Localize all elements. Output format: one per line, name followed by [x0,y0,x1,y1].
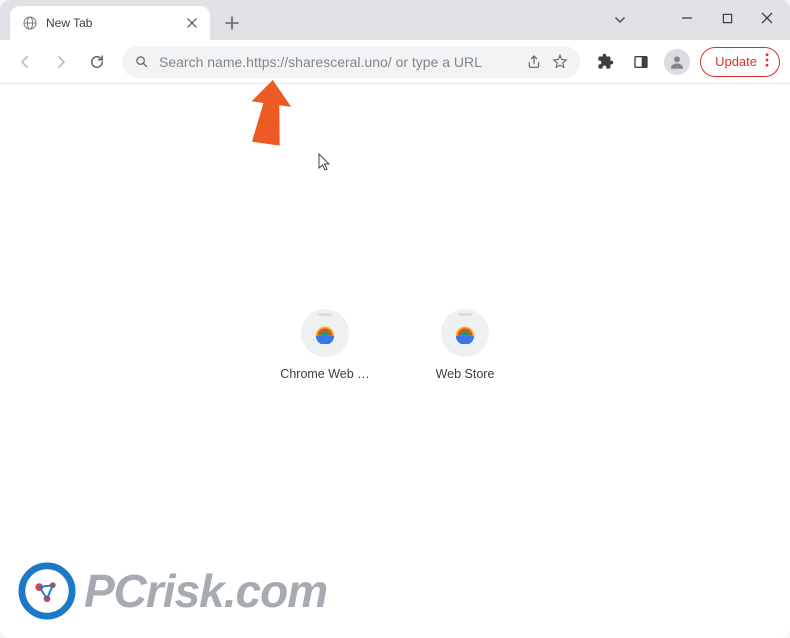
shortcut-label: Web Store [436,367,495,381]
browser-tab[interactable]: New Tab [10,6,210,40]
close-tab-button[interactable] [184,15,200,31]
avatar-icon [664,49,690,75]
address-bar-placeholder: Search name.https://sharesceral.uno/ or … [159,54,516,70]
side-panel-button[interactable] [626,47,656,77]
update-label: Update [715,54,757,69]
chrome-store-icon [454,322,476,344]
chrome-store-icon [314,322,336,344]
forward-button[interactable] [46,47,76,77]
reload-button[interactable] [82,47,112,77]
browser-window: New Tab [0,0,790,638]
extensions-button[interactable] [590,47,620,77]
address-bar[interactable]: Search name.https://sharesceral.uno/ or … [122,46,580,78]
close-window-button[interactable] [750,4,784,32]
window-controls [670,4,784,32]
minimize-button[interactable] [670,4,704,32]
bookmark-star-icon[interactable] [552,54,568,70]
new-tab-button[interactable] [218,9,246,37]
tab-title: New Tab [46,16,176,30]
shortcuts-row: Chrome Web … Web Store [270,309,520,381]
maximize-button[interactable] [710,4,744,32]
tab-search-button[interactable] [610,10,630,30]
shortcut-label: Chrome Web … [280,367,369,381]
share-icon[interactable] [526,54,542,70]
back-button[interactable] [10,47,40,77]
shortcut-handle-icon [458,313,472,316]
globe-icon [22,15,38,31]
profile-button[interactable] [662,47,692,77]
shortcut-tile [301,309,349,357]
shortcut-tile [441,309,489,357]
menu-dots-icon [765,53,769,70]
shortcut-chrome-web[interactable]: Chrome Web … [270,309,380,381]
titlebar: New Tab [0,0,790,40]
cursor-icon [318,153,332,176]
shortcut-handle-icon [318,313,332,316]
update-button[interactable]: Update [700,47,780,77]
new-tab-content: Chrome Web … Web Store [0,84,790,638]
shortcut-web-store[interactable]: Web Store [410,309,520,381]
search-icon [134,54,149,69]
toolbar: Search name.https://sharesceral.uno/ or … [0,40,790,84]
